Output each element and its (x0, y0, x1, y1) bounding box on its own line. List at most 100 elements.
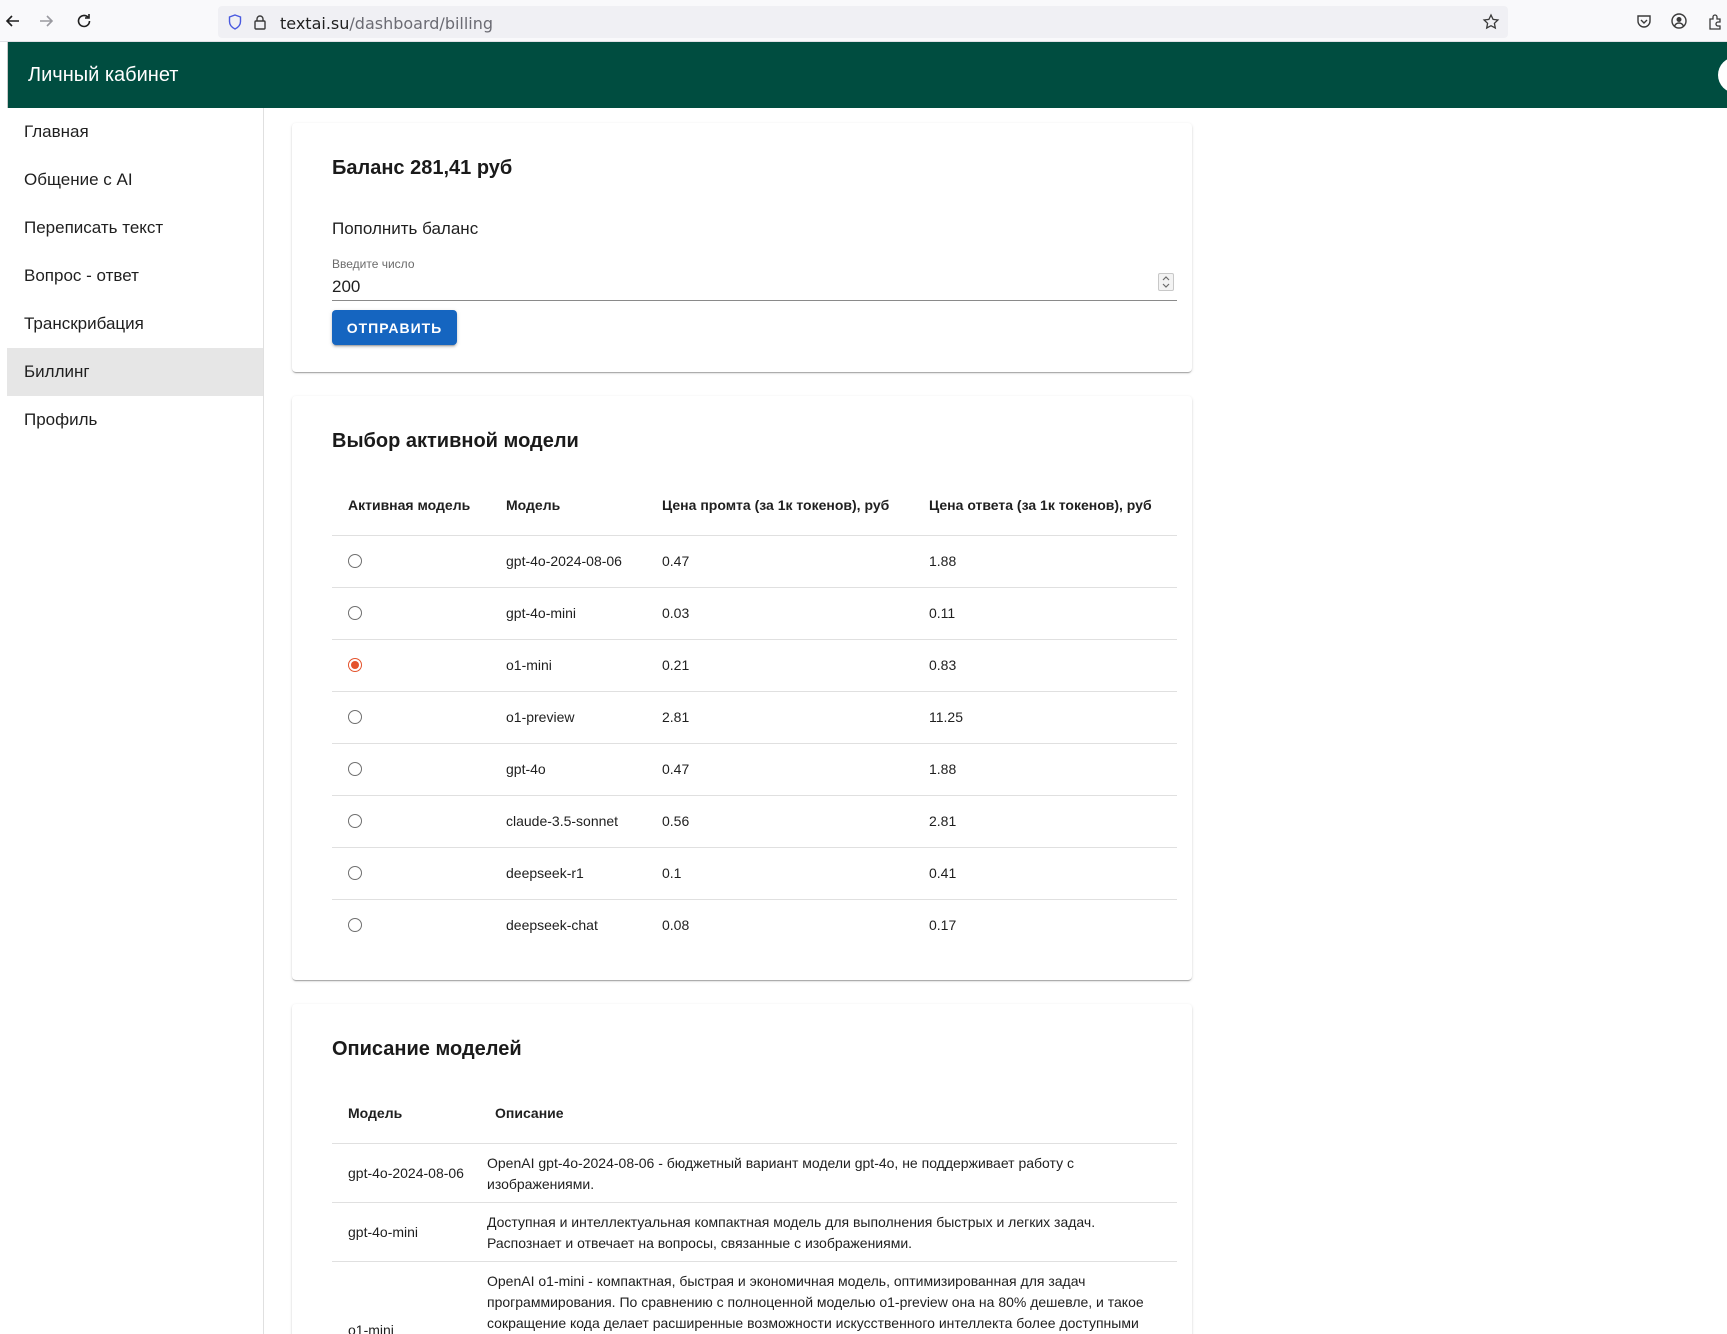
url-host: textai.su (280, 14, 350, 33)
active-model-radio[interactable] (348, 814, 362, 828)
model-name-cell: gpt-4o-2024-08-06 (506, 553, 622, 569)
lock-icon[interactable] (251, 13, 269, 31)
table-row: gpt-4o-mini Доступная и интеллектуальная… (332, 1203, 1177, 1262)
active-model-radio[interactable] (348, 710, 362, 724)
table-row: o1-mini 0.21 0.83 (332, 640, 1177, 692)
sidebar: Главная Общение с AI Переписать текст Во… (7, 108, 264, 1334)
model-name-cell: o1-mini (506, 657, 552, 673)
active-model-radio[interactable] (348, 918, 362, 932)
sidebar-item-home[interactable]: Главная (7, 108, 263, 156)
column-header: Модель (506, 497, 561, 513)
sidebar-item-label: Главная (24, 122, 89, 141)
sidebar-item-billing[interactable]: Биллинг (7, 348, 263, 396)
model-name-cell: deepseek-r1 (506, 865, 584, 881)
account-icon[interactable] (1670, 12, 1688, 30)
answer-price-cell: 0.17 (929, 917, 957, 933)
arrow-right-icon (40, 15, 54, 27)
submit-button[interactable]: ОТПРАВИТЬ (332, 310, 457, 345)
table-header: Модель Описание (332, 1084, 1177, 1144)
reload-icon (77, 14, 91, 28)
answer-price-cell: 0.83 (929, 657, 957, 673)
table-row: o1-preview 2.81 11.25 (332, 692, 1177, 744)
avatar[interactable] (1718, 57, 1727, 93)
answer-price-cell: 1.88 (929, 553, 957, 569)
table-row: gpt-4o-2024-08-06 0.47 1.88 (332, 536, 1177, 588)
description-model: gpt-4o-mini (348, 1224, 419, 1240)
sidebar-item-profile[interactable]: Профиль (7, 396, 263, 444)
table-header: Активная модель Модель Цена промта (за 1… (332, 476, 1177, 536)
sidebar-item-transcription[interactable]: Транскрибация (7, 300, 263, 348)
balance-card: Баланс 281,41 руб Пополнить баланс Введи… (292, 123, 1192, 372)
app-title: Личный кабинет (28, 64, 179, 86)
reload-button[interactable] (74, 11, 94, 31)
number-stepper[interactable] (1158, 273, 1174, 291)
description-model: gpt-4o-2024-08-06 (348, 1165, 464, 1181)
table-row: gpt-4o 0.47 1.88 (332, 744, 1177, 796)
model-name-cell: deepseek-chat (506, 917, 598, 933)
url-text: textai.su/dashboard/billing (280, 14, 493, 33)
model-selection-title: Выбор активной модели (332, 430, 579, 452)
model-selection-card: Выбор активной модели Активная модель Мо… (292, 396, 1192, 980)
url-path: /dashboard/billing (349, 14, 494, 33)
column-header: Описание (495, 1105, 564, 1121)
model-name-cell: o1-preview (506, 709, 575, 725)
active-model-radio[interactable] (348, 866, 362, 880)
prompt-price-cell: 2.81 (662, 709, 690, 725)
column-header: Цена ответа (за 1к токенов), руб (929, 497, 1152, 513)
pocket-icon[interactable] (1635, 12, 1653, 30)
shield-icon[interactable] (226, 13, 244, 31)
active-model-radio[interactable] (348, 658, 362, 672)
model-descriptions-card: Описание моделей Модель Описание gpt-4o-… (292, 1004, 1192, 1334)
active-model-radio[interactable] (348, 554, 362, 568)
description-text: Доступная и интеллектуальная компактная … (487, 1214, 1096, 1251)
sidebar-item-rewrite[interactable]: Переписать текст (7, 204, 263, 252)
sidebar-item-label: Общение с AI (24, 170, 133, 189)
bookmark-star-icon[interactable] (1482, 13, 1500, 31)
models-table: Активная модель Модель Цена промта (за 1… (332, 476, 1177, 952)
column-header: Активная модель (348, 497, 471, 513)
back-button[interactable] (3, 11, 23, 31)
table-row: gpt-4o-2024-08-06 OpenAI gpt-4o-2024-08-… (332, 1144, 1177, 1203)
active-model-radio[interactable] (348, 606, 362, 620)
table-row: gpt-4o-mini 0.03 0.11 (332, 588, 1177, 640)
sidebar-item-label: Биллинг (24, 362, 90, 381)
descriptions-title: Описание моделей (332, 1038, 522, 1060)
active-model-radio[interactable] (348, 762, 362, 776)
answer-price-cell: 0.11 (929, 605, 956, 621)
descriptions-table: Модель Описание gpt-4o-2024-08-06 OpenAI… (332, 1084, 1177, 1334)
stepper-arrows-icon (1162, 276, 1170, 288)
prompt-price-cell: 0.47 (662, 761, 690, 777)
answer-price-cell: 11.25 (929, 709, 963, 725)
sidebar-item-label: Транскрибация (24, 314, 144, 333)
app-header: Личный кабинет (7, 42, 1727, 108)
sidebar-item-label: Переписать текст (24, 218, 164, 237)
description-text: OpenAI o1-mini - компактная, быстрая и э… (487, 1273, 1144, 1331)
prompt-price-cell: 0.21 (662, 657, 690, 673)
topup-label: Пополнить баланс (332, 219, 479, 238)
prompt-price-cell: 0.1 (662, 865, 682, 881)
model-name-cell: gpt-4o-mini (506, 605, 577, 621)
extensions-icon[interactable] (1706, 12, 1724, 30)
arrow-left-icon (5, 15, 19, 27)
model-name-cell: claude-3.5-sonnet (506, 813, 619, 829)
sidebar-item-label: Вопрос - ответ (24, 266, 139, 285)
browser-toolbar: textai.su/dashboard/billing (0, 0, 1727, 42)
prompt-price-cell: 0.56 (662, 813, 690, 829)
forward-button[interactable] (36, 11, 56, 31)
table-row: deepseek-chat 0.08 0.17 (332, 900, 1177, 952)
answer-price-cell: 1.88 (929, 761, 957, 777)
table-row: deepseek-r1 0.1 0.41 (332, 848, 1177, 900)
address-bar[interactable]: textai.su/dashboard/billing (218, 6, 1508, 38)
answer-price-cell: 0.41 (929, 865, 957, 881)
column-header: Цена промта (за 1к токенов), руб (662, 497, 890, 513)
answer-price-cell: 2.81 (929, 813, 957, 829)
table-row: o1-mini OpenAI o1-mini - компактная, быс… (332, 1262, 1177, 1334)
prompt-price-cell: 0.47 (662, 553, 690, 569)
amount-input[interactable] (332, 269, 1177, 301)
sidebar-item-qa[interactable]: Вопрос - ответ (7, 252, 263, 300)
model-name-cell: gpt-4o (506, 761, 546, 777)
description-text: OpenAI gpt-4o-2024-08-06 - бюджетный вар… (487, 1155, 1074, 1192)
table-row: claude-3.5-sonnet 0.56 2.81 (332, 796, 1177, 848)
sidebar-item-ai-chat[interactable]: Общение с AI (7, 156, 263, 204)
sidebar-item-label: Профиль (24, 410, 98, 429)
